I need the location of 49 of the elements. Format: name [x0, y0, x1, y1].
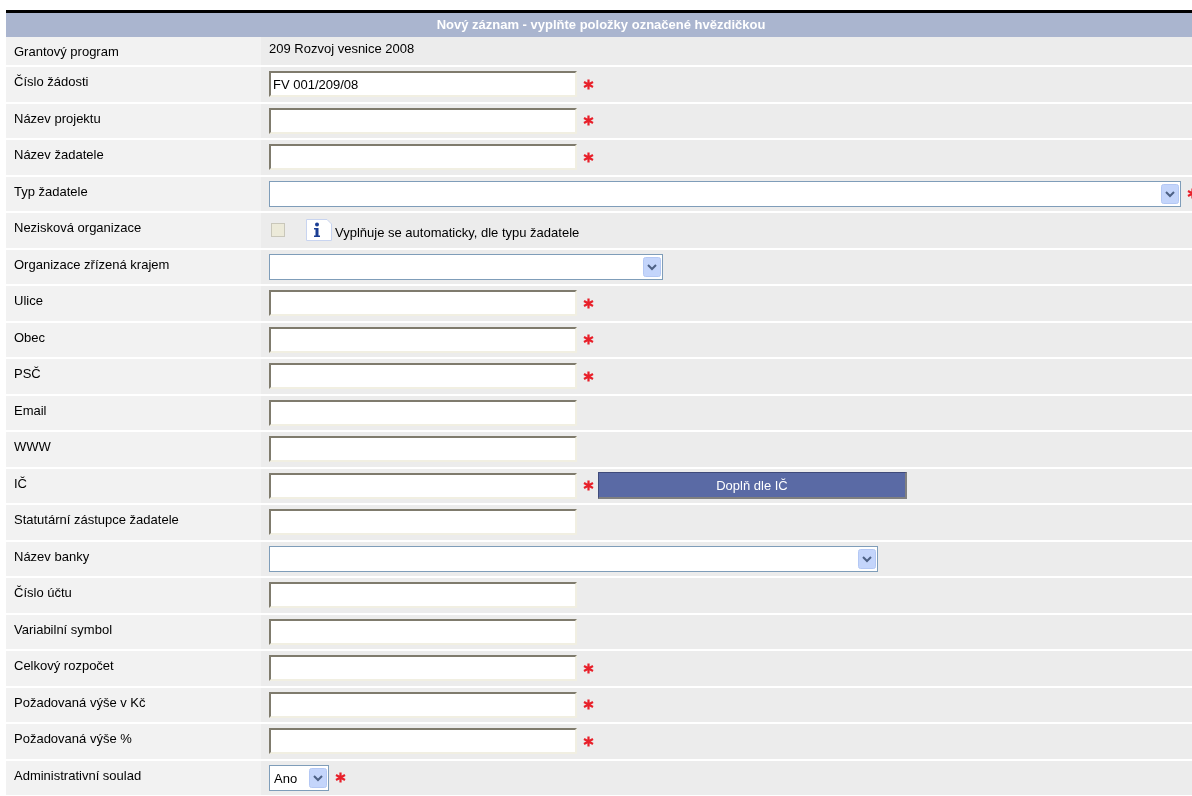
dropdown[interactable]: Ano: [269, 764, 329, 791]
field-label: Název banky: [14, 548, 90, 564]
field-label: Administrativní soulad: [14, 767, 142, 783]
text-field[interactable]: [269, 655, 577, 682]
field-label: PSČ: [14, 366, 41, 381]
text-field[interactable]: [269, 436, 577, 463]
field-label: Nezisková organizace: [14, 220, 142, 235]
field-label: Organizace zřízená krajem: [14, 256, 170, 272]
text-field[interactable]: [269, 399, 577, 426]
text-field[interactable]: [269, 363, 577, 390]
field-label: Název žadatele: [14, 147, 104, 162]
field-label: Email: [14, 402, 47, 418]
dropdown[interactable]: [269, 545, 878, 572]
field-label: Variabilní symbol: [14, 621, 113, 637]
field-label: Požadovaná výše %: [14, 731, 132, 746]
chevron-down-icon: [858, 548, 876, 569]
field-label: Obec: [14, 329, 46, 345]
text-field[interactable]: [269, 728, 577, 755]
field-label: Číslo účtu: [14, 585, 72, 600]
info-icon: [306, 219, 332, 242]
text-field[interactable]: [269, 509, 577, 536]
field-value: 209 Rozvoj vesnice 2008: [269, 40, 415, 59]
text-field[interactable]: [269, 582, 577, 609]
text-field[interactable]: [269, 107, 577, 134]
field-label: WWW: [14, 439, 51, 454]
field-label: IČ: [14, 475, 27, 491]
field-label: Typ žadatele: [14, 183, 88, 199]
hint-text: Vyplňuje se automaticky, dle typu žadatele: [335, 223, 580, 242]
text-field[interactable]: [269, 691, 577, 718]
field-label: Číslo žádosti: [14, 74, 89, 89]
chevron-down-icon: [1161, 183, 1179, 204]
field-label: Ulice: [14, 293, 43, 308]
chevron-down-icon: [309, 767, 327, 788]
field-label: Požadovaná výše v Kč: [14, 694, 146, 710]
text-field[interactable]: [269, 472, 577, 499]
text-field[interactable]: [269, 144, 577, 171]
dropdown[interactable]: [269, 180, 1181, 207]
dropdown[interactable]: [269, 253, 663, 280]
field-label: Celkový rozpočet: [14, 658, 114, 673]
text-field[interactable]: [269, 326, 577, 353]
text-field[interactable]: FV 001/209/08: [269, 71, 577, 98]
text-field[interactable]: [269, 618, 577, 645]
chevron-down-icon: [643, 256, 661, 277]
fill-by-id-button[interactable]: Doplň dle IČ: [598, 472, 907, 500]
text-field[interactable]: [269, 290, 577, 317]
field-label: Grantový program: [14, 44, 119, 59]
form-header: Nový záznam - vyplňte položky označené hvězdičkou: [6, 13, 1192, 37]
field-label: Název projektu: [14, 110, 101, 126]
field-label: Statutární zástupce žadatele: [14, 512, 179, 527]
